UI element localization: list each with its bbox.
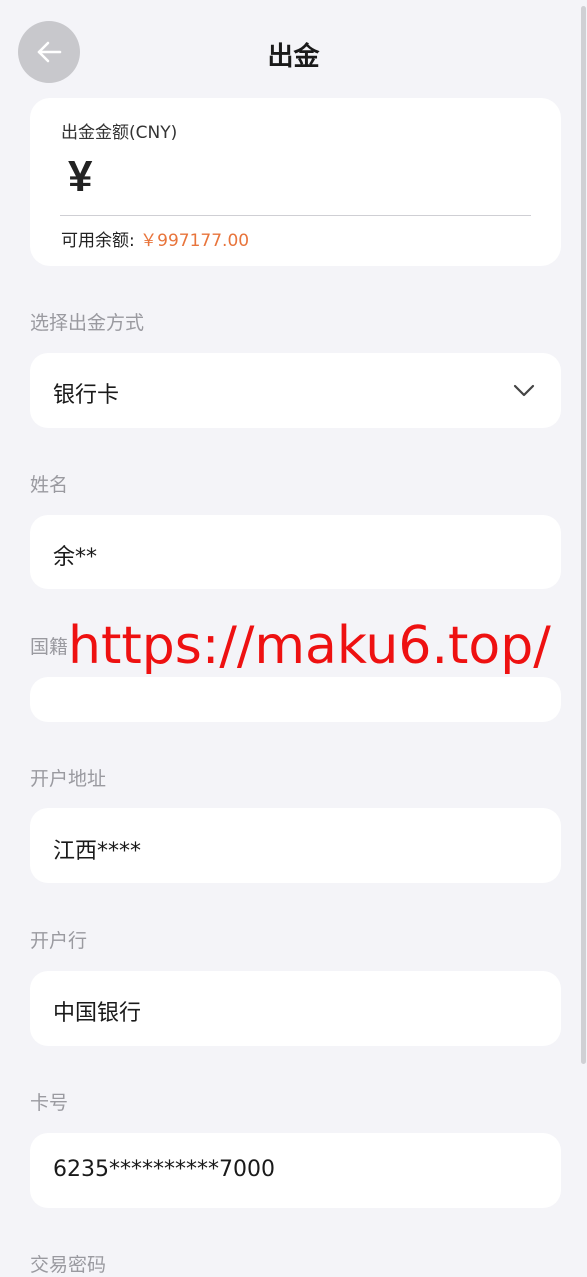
name-value: 余** [53,545,98,570]
currency-symbol: ¥ [68,152,93,201]
page-title: 出金 [267,42,320,72]
bank-address-field[interactable]: 江西**** [30,808,561,883]
watermark-text: https://maku6.top/ [68,616,551,676]
name-label: 姓名 [30,474,69,496]
bank-field[interactable]: 中国银行 [30,971,561,1046]
withdraw-method-select[interactable]: 银行卡 [30,353,561,428]
balance-row: 可用余额: ￥997177.00 [61,226,249,251]
trade-password-label: 交易密码 [30,1254,107,1276]
card-number-value: 6235**********7000 [53,1157,275,1182]
withdraw-method-value: 银行卡 [53,383,120,408]
bank-label: 开户行 [30,930,88,952]
balance-label: 可用余额: [61,231,135,251]
amount-input[interactable] [120,158,524,210]
bank-address-value: 江西**** [53,839,142,864]
chevron-down-icon [513,384,535,397]
card-number-field[interactable]: 6235**********7000 [30,1133,561,1208]
bank-value: 中国银行 [53,1001,142,1026]
nationality-label: 国籍 [30,636,69,658]
name-field[interactable]: 余** [30,515,561,589]
withdraw-method-label: 选择出金方式 [30,312,145,334]
amount-divider [60,215,531,216]
nationality-field[interactable] [30,677,561,722]
scrollbar[interactable] [581,6,586,1064]
amount-label: 出金金额(CNY) [61,123,178,143]
amount-card: 出金金额(CNY) ¥ 可用余额: ￥997177.00 [30,98,561,266]
header: 出金 [0,0,587,100]
card-number-label: 卡号 [30,1092,69,1114]
balance-value: ￥997177.00 [140,231,250,251]
bank-address-label: 开户地址 [30,768,107,790]
